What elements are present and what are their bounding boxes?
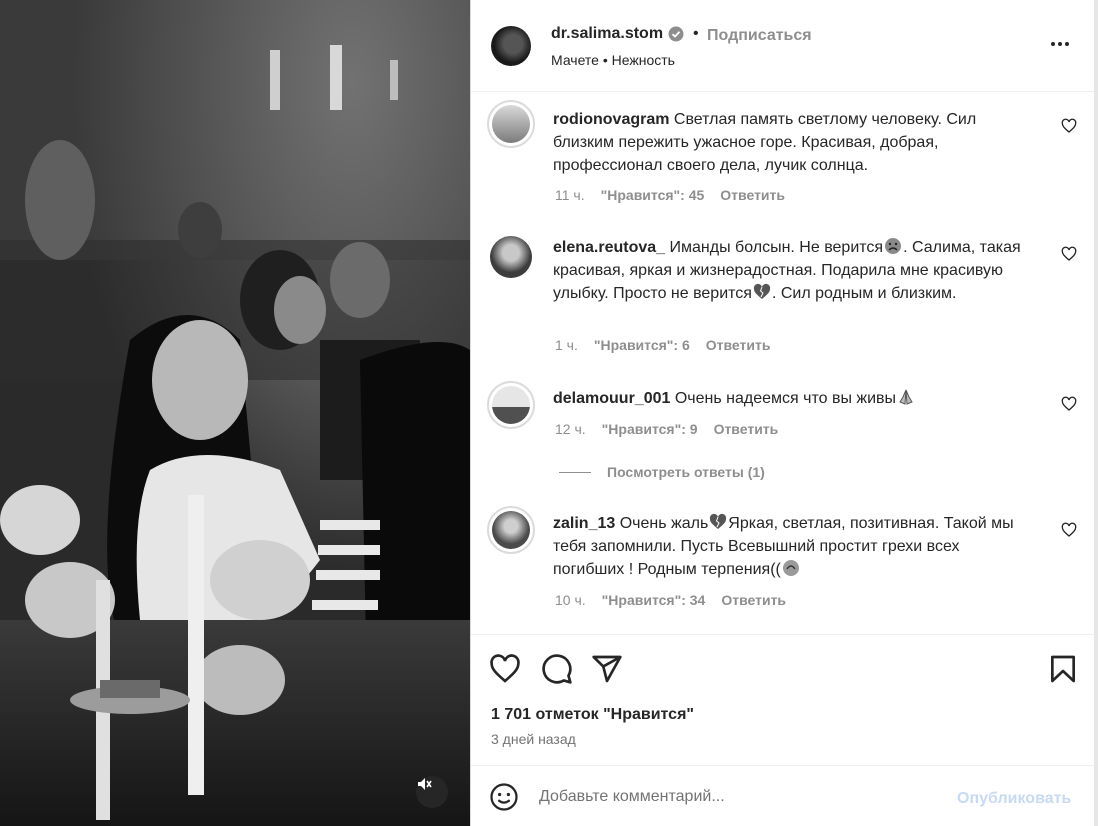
reply-button[interactable]: Ответить bbox=[706, 337, 771, 353]
separator-dot: • bbox=[693, 25, 699, 42]
post-photo bbox=[0, 0, 470, 826]
likes-count[interactable]: 1 701 отметок "Нравится" bbox=[491, 706, 694, 724]
comment-likes[interactable]: "Нравится": 6 bbox=[594, 337, 690, 353]
comment-content: Очень надеемся что вы живы bbox=[674, 390, 897, 407]
comment-text: delamouur_001 Очень надеемся что вы живы bbox=[553, 387, 1053, 410]
broken-heart-emoji-icon bbox=[753, 283, 771, 299]
post-media[interactable] bbox=[0, 0, 470, 826]
comment-icon[interactable] bbox=[541, 653, 573, 685]
commenter-username[interactable]: rodionovagram bbox=[553, 111, 669, 128]
commenter-avatar[interactable] bbox=[487, 506, 535, 554]
comment-text: rodionovagram Светлая память светлому че… bbox=[553, 108, 1033, 177]
commenter-username[interactable]: delamouur_001 bbox=[553, 390, 670, 407]
emoji-icon[interactable] bbox=[489, 782, 519, 812]
comment-text: zalin_13 Очень жаль Яркая, светлая, позит… bbox=[553, 512, 1028, 581]
comment-meta: 11 ч. "Нравится": 45 Ответить bbox=[555, 187, 785, 203]
comment-time: 11 ч. bbox=[555, 187, 585, 203]
post-header: dr.salima.stom • Подписаться Мачете • Не… bbox=[471, 0, 1095, 92]
mute-button[interactable] bbox=[416, 776, 448, 808]
post-panel: dr.salima.stom • Подписаться Мачете • Не… bbox=[470, 0, 1095, 826]
comment-likes[interactable]: "Нравится": 34 bbox=[602, 592, 706, 608]
comment-text: elena.reutova_ Иманды болсын. Не верится… bbox=[553, 236, 1033, 305]
reply-button[interactable]: Ответить bbox=[721, 592, 786, 608]
heart-icon[interactable] bbox=[1061, 396, 1077, 412]
comment-meta: 1 ч. "Нравится": 6 Ответить bbox=[555, 337, 770, 353]
audio-track[interactable]: Мачете • Нежность bbox=[551, 52, 675, 68]
comment-content: Очень жаль bbox=[619, 515, 709, 532]
comment-meta: 12 ч. "Нравится": 9 Ответить bbox=[555, 421, 778, 437]
author-avatar[interactable] bbox=[491, 26, 531, 66]
comment-composer: Опубликовать bbox=[471, 765, 1095, 826]
praying-hands-emoji-icon bbox=[899, 389, 913, 405]
reply-button[interactable]: Ответить bbox=[720, 187, 785, 203]
crying-face-emoji-icon bbox=[885, 238, 902, 254]
comment-likes[interactable]: "Нравится": 9 bbox=[602, 421, 698, 437]
comment-meta: 10 ч. "Нравится": 34 Ответить bbox=[555, 592, 786, 608]
publish-button[interactable]: Опубликовать bbox=[957, 790, 1071, 808]
commenter-avatar[interactable] bbox=[487, 381, 535, 429]
commenter-avatar[interactable] bbox=[490, 236, 532, 278]
window-edge bbox=[1094, 0, 1098, 826]
muted-speaker-icon bbox=[418, 778, 432, 790]
commenter-avatar[interactable] bbox=[487, 100, 535, 148]
bookmark-icon[interactable] bbox=[1047, 653, 1079, 685]
heart-icon[interactable] bbox=[1061, 118, 1077, 134]
comment-likes[interactable]: "Нравится": 45 bbox=[601, 187, 705, 203]
comment-input[interactable] bbox=[539, 784, 939, 810]
commenter-username[interactable]: zalin_13 bbox=[553, 515, 615, 532]
comment-time: 10 ч. bbox=[555, 592, 586, 608]
broken-heart-emoji-icon bbox=[710, 513, 727, 529]
share-icon[interactable] bbox=[591, 653, 623, 685]
verified-badge-icon bbox=[668, 26, 684, 42]
author-username[interactable]: dr.salima.stom bbox=[551, 25, 663, 43]
replies-divider bbox=[559, 471, 591, 473]
view-replies-button[interactable]: Посмотреть ответы (1) bbox=[559, 464, 765, 480]
comment-time: 1 ч. bbox=[555, 337, 578, 353]
hand-emoji-icon bbox=[782, 560, 799, 576]
heart-icon[interactable] bbox=[1061, 246, 1077, 262]
like-heart-icon[interactable] bbox=[489, 653, 521, 685]
post-date: 3 дней назад bbox=[491, 731, 576, 747]
post-actions bbox=[471, 634, 1095, 704]
commenter-username[interactable]: elena.reutova_ bbox=[553, 239, 665, 256]
comment-content: . Сил родным и близким. bbox=[771, 285, 957, 302]
view-replies-label: Посмотреть ответы (1) bbox=[607, 464, 765, 480]
heart-icon[interactable] bbox=[1061, 522, 1077, 538]
follow-button[interactable]: Подписаться bbox=[707, 27, 812, 45]
comment-content: Иманды болсын. Не верится bbox=[669, 239, 884, 256]
reply-button[interactable]: Ответить bbox=[714, 421, 779, 437]
more-options-icon[interactable] bbox=[1045, 34, 1075, 54]
comment-time: 12 ч. bbox=[555, 421, 586, 437]
